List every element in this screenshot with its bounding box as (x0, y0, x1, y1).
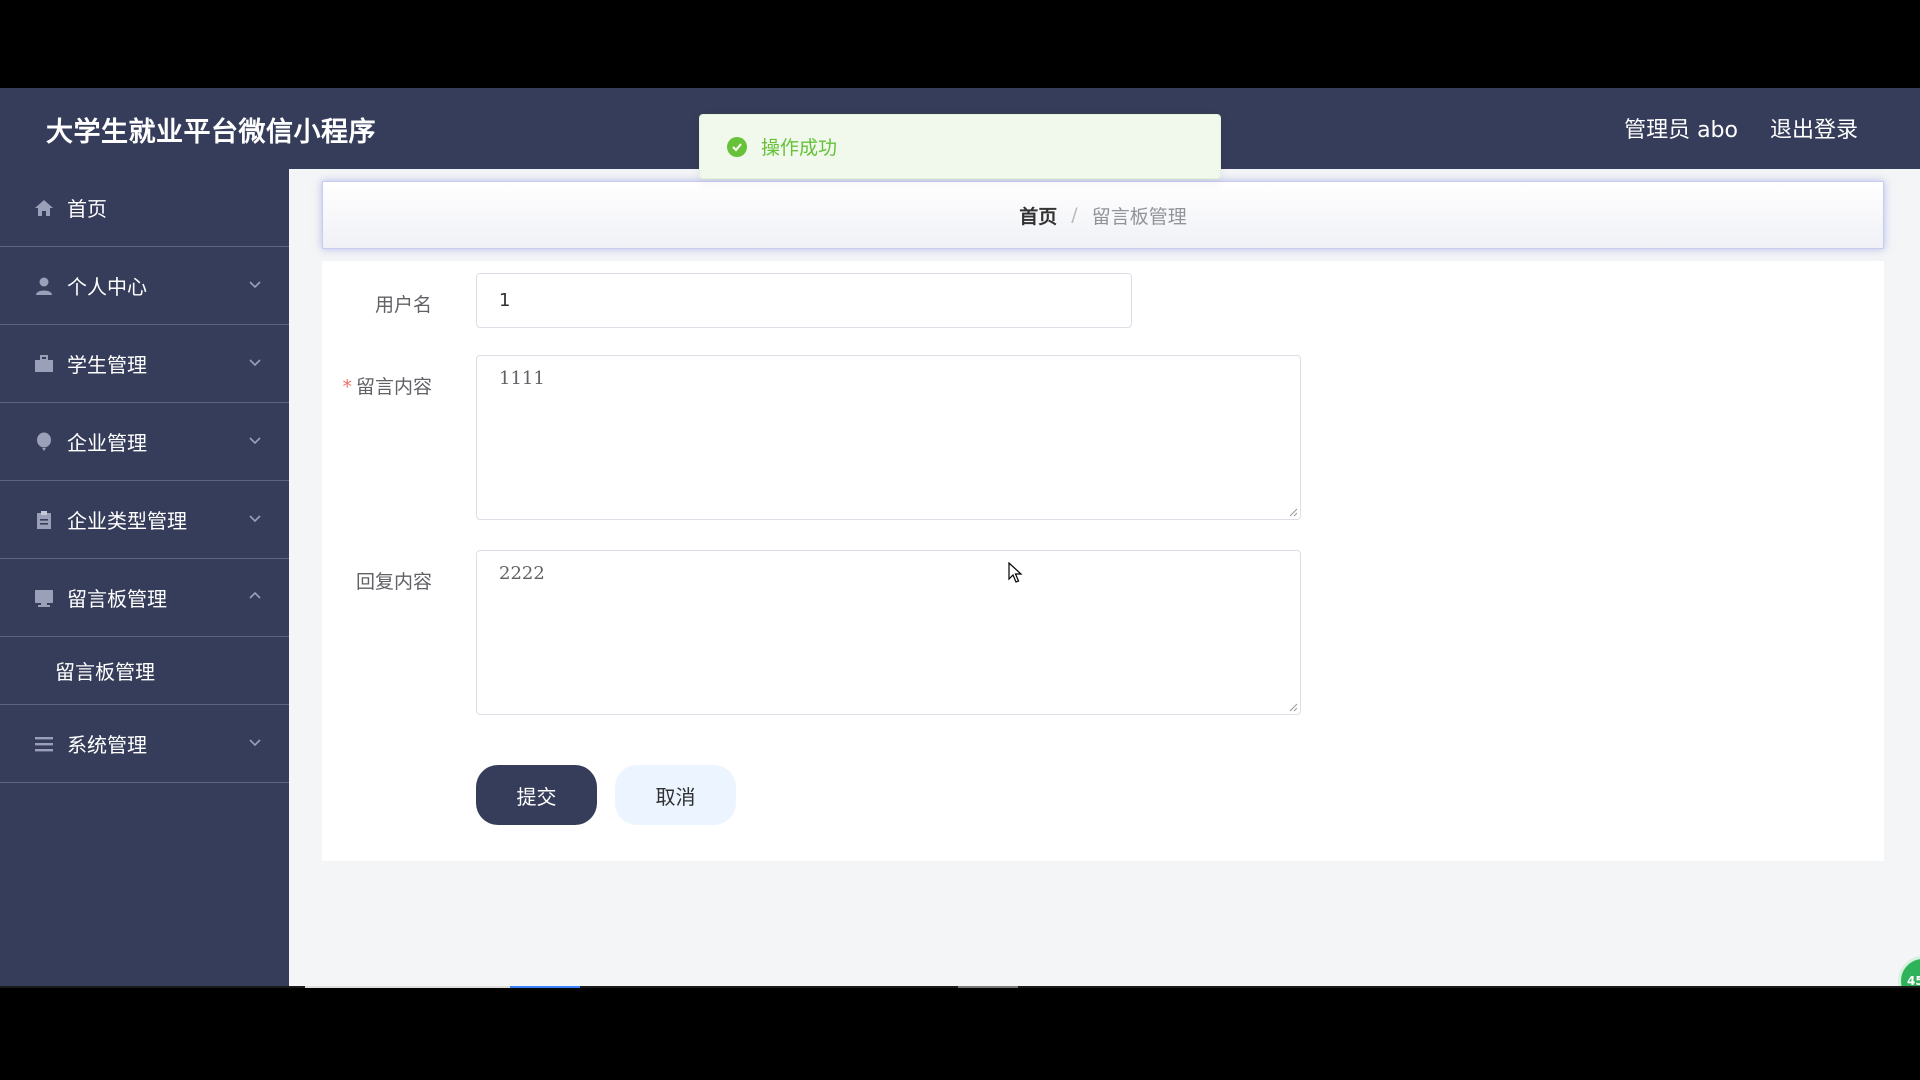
content-label: * 留言内容 (342, 376, 432, 398)
app-title: 大学生就业平台微信小程序 (46, 117, 376, 148)
admin-user-label[interactable]: 管理员 abo (1624, 112, 1738, 144)
list-icon (33, 733, 55, 755)
sidebar-item-label: 系统管理 (67, 733, 147, 757)
briefcase-icon (33, 353, 55, 375)
strip-segment (958, 986, 1018, 988)
submit-button[interactable]: 提交 (476, 765, 597, 825)
content-value: 1111 (499, 368, 545, 389)
mouse-cursor-icon (1008, 562, 1023, 583)
submenu-item-message-board-management[interactable]: 留言板管理 (0, 637, 289, 705)
sidebar-item-label: 企业类型管理 (67, 509, 187, 533)
home-icon (33, 197, 55, 219)
sidebar-item-label: 个人中心 (67, 275, 147, 299)
sidebar-item-home[interactable]: 首页 (0, 169, 289, 247)
breadcrumb-current: 留言板管理 (1091, 205, 1187, 228)
strip-segment (305, 986, 510, 988)
content-textarea[interactable]: 1111 (476, 355, 1301, 520)
sidebar-item-label: 首页 (67, 197, 107, 221)
username-label: 用户名 (374, 294, 432, 316)
header-actions: 管理员 abo 退出登录 (1624, 112, 1858, 144)
sidebar-item-label: 留言板管理 (67, 587, 167, 611)
bottom-progress-strip (0, 986, 1920, 988)
sidebar-item-label: 企业管理 (67, 431, 147, 455)
user-icon (33, 275, 55, 297)
resize-grip-icon[interactable] (1288, 507, 1298, 517)
chevron-down-icon (249, 436, 261, 444)
logout-button[interactable]: 退出登录 (1770, 112, 1858, 144)
reply-textarea[interactable]: 2222 (476, 550, 1301, 715)
sidebar-item-enterprise-type-management[interactable]: 企业类型管理 (0, 481, 289, 559)
submenu-item-label: 留言板管理 (55, 660, 155, 684)
chevron-down-icon (249, 514, 261, 522)
success-toast: 操作成功 (699, 114, 1221, 179)
message-form: 用户名 1 * 留言内容 1111 回复内容 2222 提交 取消 (322, 261, 1884, 861)
reply-value: 2222 (499, 563, 545, 584)
sidebar: 首页 个人中心 学生管理 企业管理 企业类型管理 留言板管理 留言板管理 系统管… (0, 169, 289, 988)
toast-message: 操作成功 (761, 137, 838, 159)
cancel-button[interactable]: 取消 (615, 765, 736, 825)
reply-label: 回复内容 (355, 571, 432, 593)
strip-segment (510, 986, 580, 988)
breadcrumb-separator: / (1071, 204, 1078, 226)
check-circle-icon (727, 136, 747, 157)
balloon-icon (33, 431, 55, 453)
breadcrumb-home[interactable]: 首页 (1019, 202, 1057, 229)
breadcrumb: 首页 / 留言板管理 (322, 181, 1884, 249)
chevron-down-icon (249, 358, 261, 366)
chevron-up-icon (249, 591, 261, 599)
monitor-icon (33, 587, 55, 609)
sidebar-item-label: 学生管理 (67, 353, 147, 377)
chevron-down-icon (249, 280, 261, 288)
main-content: 首页 / 留言板管理 用户名 1 * 留言内容 1111 回复内容 2222 提… (289, 169, 1920, 988)
username-input[interactable]: 1 (476, 273, 1132, 328)
clipboard-icon (33, 509, 55, 531)
required-mark: * (342, 376, 352, 398)
sidebar-item-student-management[interactable]: 学生管理 (0, 325, 289, 403)
sidebar-item-enterprise-management[interactable]: 企业管理 (0, 403, 289, 481)
username-value: 1 (499, 290, 511, 311)
sidebar-item-personal-center[interactable]: 个人中心 (0, 247, 289, 325)
app-window: 大学生就业平台微信小程序 管理员 abo 退出登录 首页 个人中心 学生管理 企… (0, 88, 1920, 988)
resize-grip-icon[interactable] (1288, 702, 1298, 712)
sidebar-item-system-management[interactable]: 系统管理 (0, 705, 289, 783)
chevron-down-icon (249, 738, 261, 746)
sidebar-item-message-board-management[interactable]: 留言板管理 (0, 559, 289, 637)
